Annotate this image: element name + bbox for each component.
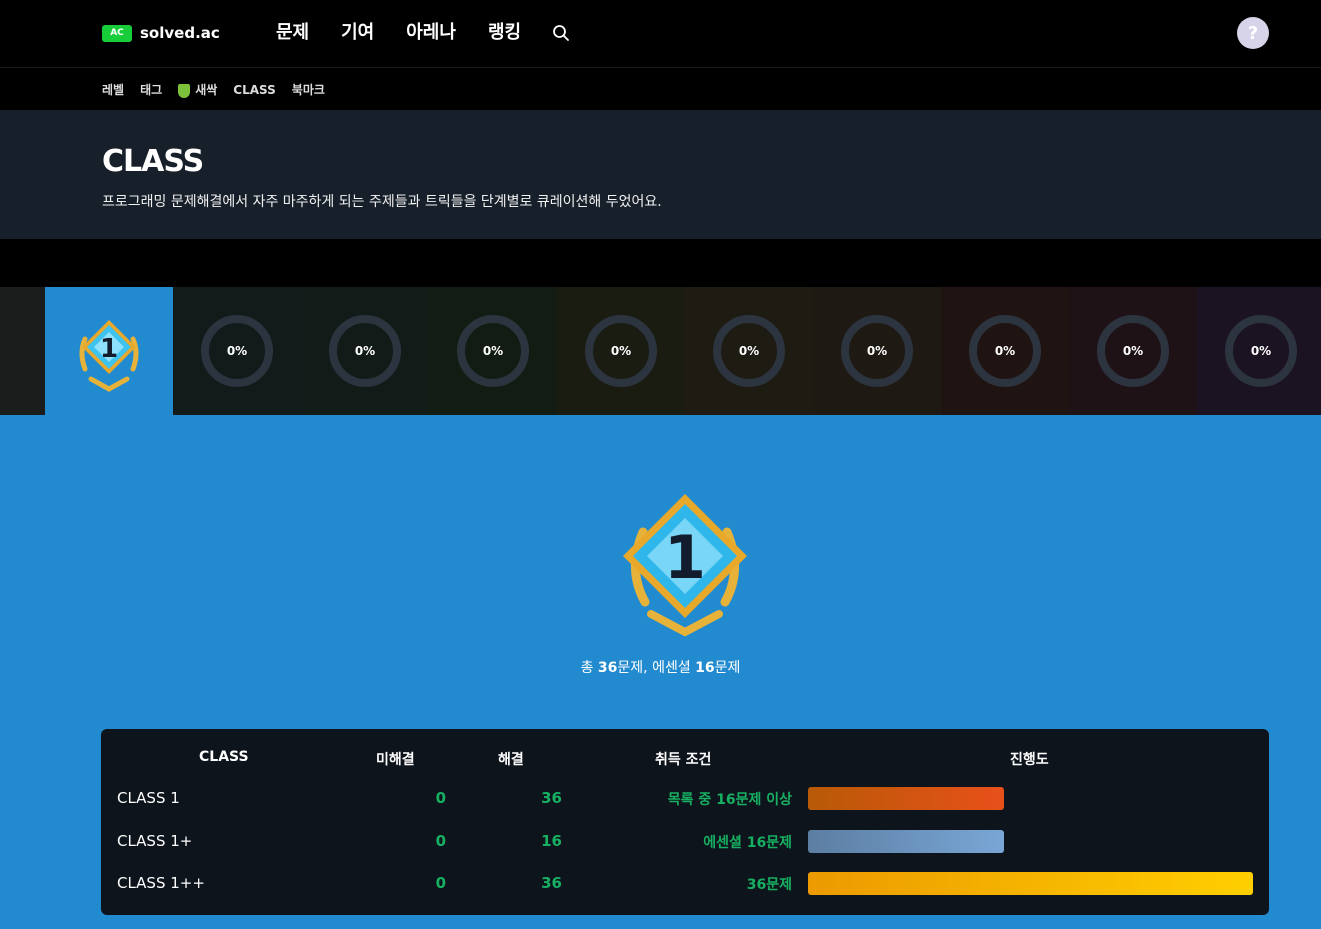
nav-ranking[interactable]: 랭킹 <box>488 18 521 44</box>
header-condition: 취득 조건 <box>655 752 712 768</box>
header-solved: 해결 <box>498 752 524 768</box>
sprout-icon <box>178 83 191 98</box>
class-tile-4[interactable]: 0% <box>429 287 557 415</box>
page-description: 프로그래밍 문제해결에서 자주 마주하게 되는 주제들과 트릭들을 단계별로 큐… <box>102 194 662 210</box>
progress-bar <box>808 872 1253 895</box>
solved-count: 36 <box>541 874 562 892</box>
subnav-bookmark[interactable]: 북마크 <box>292 81 325 98</box>
class-tile-6[interactable]: 0% <box>685 287 813 415</box>
class-summary: 총 36문제, 에센셜 16문제 <box>580 660 741 676</box>
unsolved-count: 0 <box>435 789 446 807</box>
large-badge-number: 1 <box>664 523 706 593</box>
top-navbar: AC solved.ac 문제 기여 아레나 랭킹 ? <box>0 0 1321 68</box>
class-name: CLASS 1 <box>117 789 180 807</box>
solved-count: 16 <box>541 832 562 850</box>
class-tile-edge <box>0 287 45 415</box>
progress-ring: 0% <box>201 315 273 387</box>
progress-ring: 0% <box>1225 315 1297 387</box>
progress-bar <box>808 787 1004 810</box>
subnav-class[interactable]: CLASS <box>233 83 276 97</box>
header-class: CLASS <box>199 749 249 765</box>
help-button[interactable]: ? <box>1237 17 1269 49</box>
subnav-sprout[interactable]: 새싹 <box>178 81 217 98</box>
nav-problems[interactable]: 문제 <box>276 18 309 44</box>
class-tile-10[interactable]: 0% <box>1197 287 1321 415</box>
logo[interactable]: AC solved.ac <box>102 24 220 42</box>
class-detail-panel: 1 총 36문제, 에센셜 16문제 CLASS 미해결 해결 취득 조건 진행… <box>0 415 1321 929</box>
progress-ring: 0% <box>841 315 913 387</box>
solved-count: 36 <box>541 789 562 807</box>
class-tile-3[interactable]: 0% <box>301 287 429 415</box>
essential-count: 16 <box>695 660 715 676</box>
header-unsolved: 미해결 <box>376 752 415 768</box>
sub-nav: 레벨 태그 새싹 CLASS 북마크 <box>0 69 1321 110</box>
condition: 목록 중 16문제 이상 <box>667 792 792 808</box>
progress-ring: 0% <box>1097 315 1169 387</box>
class-tile-1[interactable]: 1 <box>45 287 173 415</box>
class-1-badge-number: 1 <box>100 334 118 364</box>
table-row[interactable]: CLASS 1 0 36 목록 중 16문제 이상 <box>101 787 1269 829</box>
page-hero: CLASS 프로그래밍 문제해결에서 자주 마주하게 되는 주제들과 트릭들을 … <box>0 110 1321 239</box>
subnav-tag[interactable]: 태그 <box>140 81 162 98</box>
header-progress: 진행도 <box>1010 752 1049 768</box>
logo-badge: AC <box>102 24 132 42</box>
progress-ring: 0% <box>585 315 657 387</box>
subnav-level[interactable]: 레벨 <box>102 81 124 98</box>
class-1-badge-icon: 1 <box>79 320 139 392</box>
class-1-large-badge-icon: 1 <box>623 494 747 637</box>
nav-arena[interactable]: 아레나 <box>406 18 456 44</box>
main-nav: 문제 기여 아레나 랭킹 <box>276 18 553 44</box>
condition: 에센셜 16문제 <box>703 835 792 851</box>
unsolved-count: 0 <box>435 832 446 850</box>
table-row[interactable]: CLASS 1++ 0 36 36문제 <box>101 872 1269 914</box>
class-tile-8[interactable]: 0% <box>941 287 1069 415</box>
progress-ring: 0% <box>969 315 1041 387</box>
page-title: CLASS <box>102 144 204 179</box>
class-tile-9[interactable]: 0% <box>1069 287 1197 415</box>
progress-ring: 0% <box>457 315 529 387</box>
progress-bar <box>808 830 1004 853</box>
search-icon[interactable] <box>552 24 570 42</box>
progress-ring: 0% <box>713 315 785 387</box>
unsolved-count: 0 <box>435 874 446 892</box>
class-name: CLASS 1+ <box>117 832 193 850</box>
class-tile-2[interactable]: 0% <box>173 287 301 415</box>
class-tile-5[interactable]: 0% <box>557 287 685 415</box>
class-table: CLASS 미해결 해결 취득 조건 진행도 CLASS 1 0 36 목록 중… <box>101 729 1269 915</box>
nav-contribute[interactable]: 기여 <box>341 18 374 44</box>
class-selector: 1 0% 0% 0% 0% 0% 0% 0% 0% 0% <box>0 287 1321 415</box>
logo-text: solved.ac <box>140 24 220 42</box>
class-name: CLASS 1++ <box>117 874 205 892</box>
total-count: 36 <box>597 660 618 676</box>
condition: 36문제 <box>746 877 792 893</box>
progress-ring: 0% <box>329 315 401 387</box>
class-tile-7[interactable]: 0% <box>813 287 941 415</box>
table-row[interactable]: CLASS 1+ 0 16 에센셜 16문제 <box>101 830 1269 872</box>
